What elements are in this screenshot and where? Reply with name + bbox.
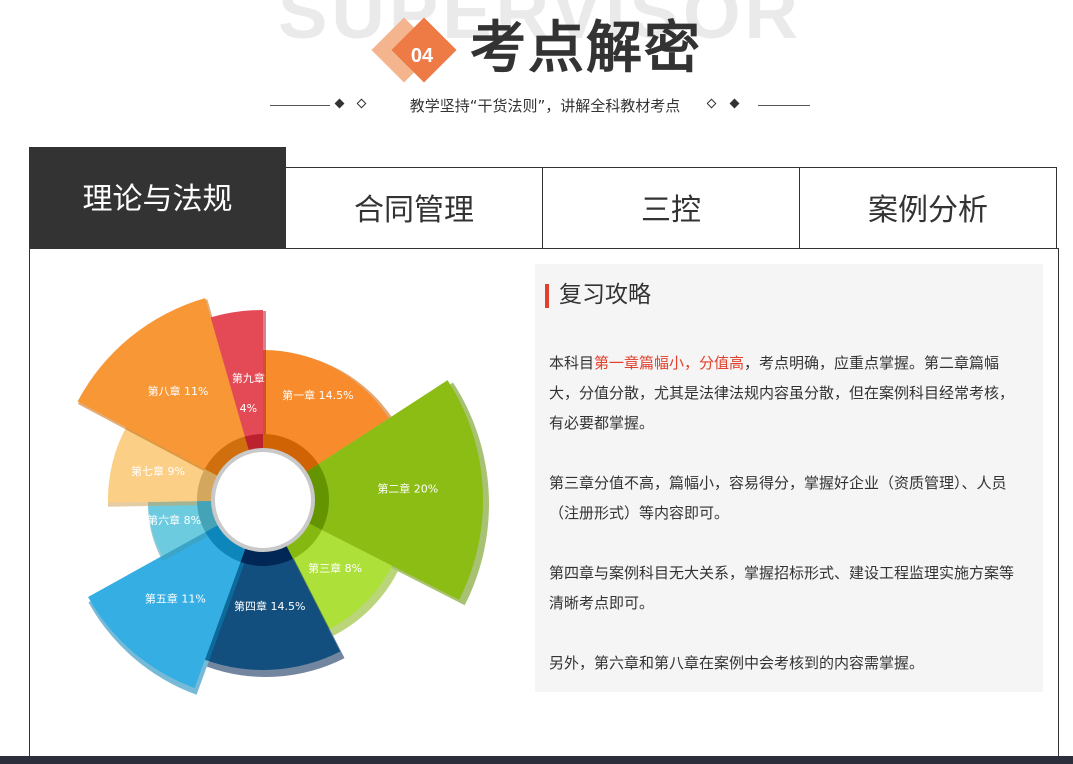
diamond-outline-icon bbox=[706, 98, 717, 109]
chart-label-7: 第七章 9% bbox=[131, 464, 185, 478]
review-title: 复习攻略 bbox=[559, 282, 651, 308]
p1-lead: 本科目 bbox=[549, 354, 595, 372]
chart-label-3: 第三章 8% bbox=[308, 561, 362, 575]
divider-right bbox=[758, 105, 810, 106]
tab-theory-and-regulations[interactable]: 理论与法规 bbox=[29, 147, 286, 249]
tab-case-analysis[interactable]: 案例分析 bbox=[800, 167, 1057, 249]
subtitle-row: 教学坚持“干货法则”，讲解全科教材考点 bbox=[270, 92, 810, 120]
chart-value-label-9: 4% bbox=[240, 402, 257, 415]
subtitle-text: 教学坚持“干货法则”，讲解全科教材考点 bbox=[409, 97, 681, 115]
review-paragraph-3: 第四章与案例科目无大关系，掌握招标形式、建设工程监理实施方案等清晰考点即可。 bbox=[549, 564, 1015, 612]
diamond-filled-icon bbox=[334, 98, 345, 109]
page-title: 考点解密 bbox=[470, 16, 702, 81]
section-number-badge: 04 bbox=[371, 10, 459, 90]
chart-label-2: 第二章 20% bbox=[377, 481, 438, 495]
p1-highlight: 第一章篇幅小，分值高 bbox=[594, 354, 745, 372]
diamond-outline-icon bbox=[356, 98, 367, 109]
chart-label-5: 第五章 11% bbox=[145, 592, 206, 606]
review-strategy-panel: 复习攻略 本科目第一章篇幅小，分值高，考点明确，应重点掌握。第二章篇幅大，分值分… bbox=[535, 264, 1043, 692]
review-paragraph-1: 本科目第一章篇幅小，分值高，考点明确，应重点掌握。第二章篇幅大，分值分散，尤其是… bbox=[549, 348, 1019, 438]
divider-left bbox=[270, 105, 330, 106]
title-accent-bar bbox=[545, 284, 549, 308]
badge-number: 04 bbox=[410, 45, 434, 67]
diamond-filled-icon bbox=[729, 98, 740, 109]
chart-label-6: 第六章 8% bbox=[147, 513, 201, 527]
tab-contract-management[interactable]: 合同管理 bbox=[286, 167, 543, 249]
subject-tabs: 理论与法规 合同管理 三控 案例分析 bbox=[29, 147, 1057, 249]
footer-strip bbox=[0, 756, 1073, 764]
chart-label-8: 第八章 11% bbox=[148, 384, 209, 398]
chapter-score-rose-chart: 第一章 14.5% 第二章 20% 第三章 8% 第四章 14.5% 第五章 11% 第六… bbox=[77, 298, 489, 695]
chart-label-9: 第九章 bbox=[232, 371, 265, 385]
tab-three-controls[interactable]: 三控 bbox=[543, 167, 800, 249]
chart-label-4: 第四章 14.5% bbox=[234, 599, 305, 613]
review-paragraph-4: 另外，第六章和第八章在案例中会考核到的内容需掌握。 bbox=[549, 654, 925, 672]
chart-center-hole bbox=[211, 448, 315, 552]
chart-label-1: 第一章 14.5% bbox=[282, 388, 353, 402]
section-header: SUPERVISOR 04 考点解密 教学坚持“干货法则”，讲解全科教材考点 bbox=[0, 0, 1073, 140]
review-paragraph-2: 第三章分值不高，篇幅小，容易得分，掌握好企业（资质管理）、人员（注册形式）等内容… bbox=[549, 474, 1007, 522]
